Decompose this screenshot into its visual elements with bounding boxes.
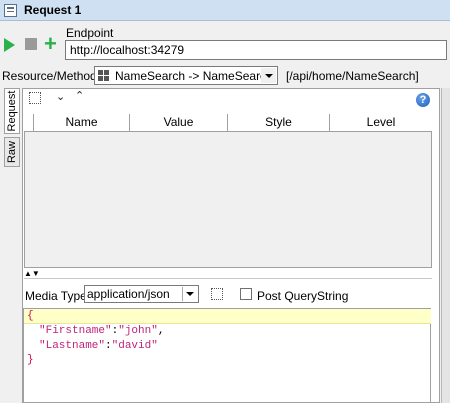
json-line-lastname: "Lastname":"david" bbox=[39, 340, 158, 353]
select-all-icon[interactable] bbox=[29, 92, 41, 104]
column-header-style[interactable]: Style bbox=[228, 114, 330, 132]
column-header-value[interactable]: Value bbox=[130, 114, 228, 132]
endpoint-input[interactable]: http://localhost:34279 bbox=[65, 40, 447, 60]
endpoint-label: Endpoint bbox=[66, 26, 114, 40]
json-close-brace: } bbox=[27, 354, 34, 366]
splitter-toggle-icon[interactable]: ▲▼ bbox=[24, 270, 40, 278]
media-type-value: application/json bbox=[87, 287, 170, 301]
resource-method-label: Resource/Method: bbox=[2, 69, 101, 83]
post-querystring-label: Post QueryString bbox=[257, 289, 349, 303]
tab-title-bar[interactable]: Request 1 bbox=[0, 0, 450, 21]
row-header-corner bbox=[24, 114, 34, 132]
resource-method-value: NameSearch -> NameSearc... bbox=[115, 69, 277, 83]
current-line-highlight bbox=[24, 309, 431, 324]
plus-icon[interactable]: + bbox=[44, 33, 57, 55]
chevron-down-icon[interactable] bbox=[182, 287, 197, 301]
chevron-down-icon[interactable] bbox=[261, 68, 276, 83]
tab-request-label: Request bbox=[6, 90, 18, 132]
move-up-icon[interactable]: ⌃ bbox=[75, 89, 84, 102]
request-doc-icon bbox=[4, 4, 17, 17]
vertical-scrollbar[interactable] bbox=[441, 88, 450, 403]
tab-request[interactable]: Request bbox=[4, 88, 20, 134]
tab-raw-label: Raw bbox=[6, 140, 18, 164]
move-down-icon[interactable]: ⌄ bbox=[56, 90, 65, 103]
media-type-picker-icon[interactable] bbox=[211, 288, 223, 300]
column-header-name[interactable]: Name bbox=[34, 114, 130, 132]
splitter-line[interactable] bbox=[24, 278, 432, 279]
window-title: Request 1 bbox=[24, 3, 82, 17]
resource-path: [/api/home/NameSearch] bbox=[286, 69, 419, 83]
params-table bbox=[24, 114, 432, 268]
json-colon: : bbox=[105, 340, 112, 352]
json-open-brace: { bbox=[27, 310, 34, 322]
json-value: "david" bbox=[111, 340, 158, 352]
json-key: "Lastname" bbox=[39, 340, 106, 352]
json-value: "john" bbox=[118, 325, 158, 337]
json-key: "Firstname" bbox=[39, 325, 112, 337]
media-type-select[interactable]: application/json bbox=[84, 285, 199, 303]
column-header-level[interactable]: Level bbox=[330, 114, 432, 132]
media-type-label: Media Type bbox=[25, 289, 87, 303]
json-line-firstname: "Firstname":"john", bbox=[39, 325, 164, 338]
method-grid-icon bbox=[98, 70, 109, 81]
help-icon[interactable]: ? bbox=[416, 93, 430, 107]
post-querystring-checkbox[interactable] bbox=[240, 288, 252, 300]
resource-method-select[interactable]: NameSearch -> NameSearc... bbox=[94, 66, 278, 85]
tab-raw[interactable]: Raw bbox=[4, 137, 20, 167]
stop-icon[interactable] bbox=[25, 38, 37, 50]
play-icon[interactable] bbox=[4, 38, 15, 52]
json-comma: , bbox=[157, 325, 165, 337]
